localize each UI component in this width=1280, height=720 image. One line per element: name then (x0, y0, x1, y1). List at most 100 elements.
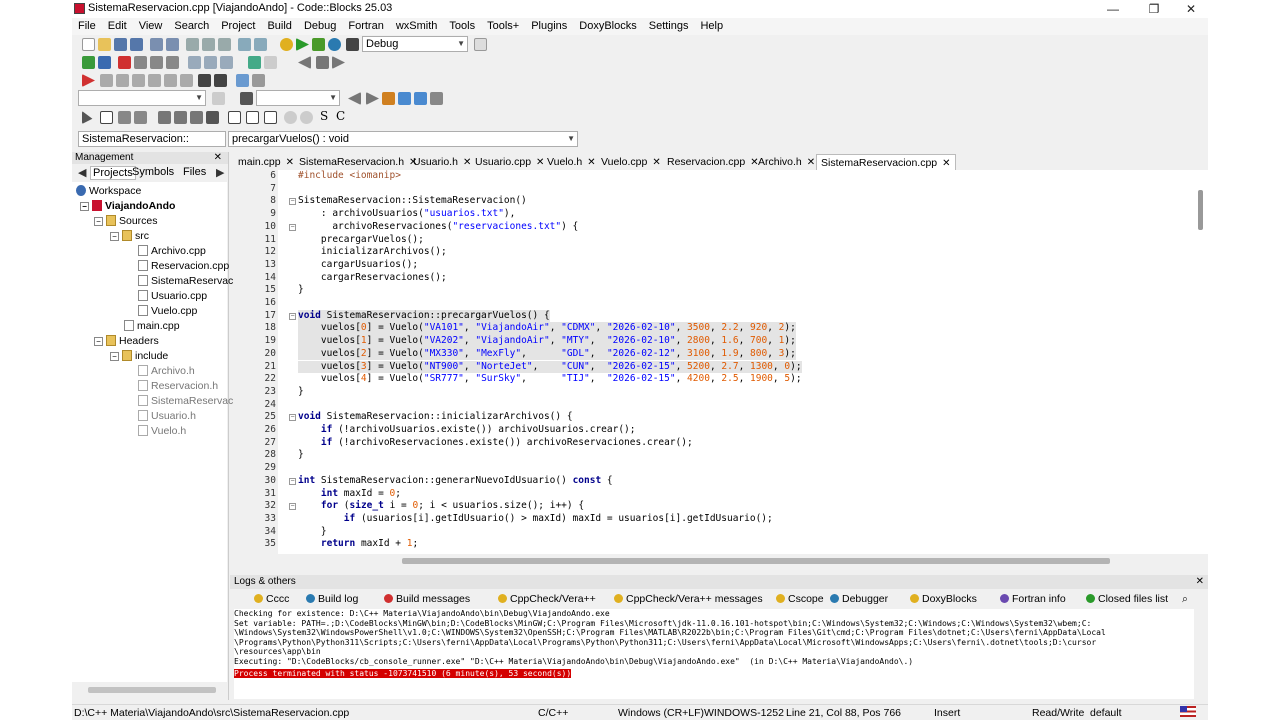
code-line[interactable]: vuelos[1] = Vuelo("VA202", "ViajandoAir"… (298, 335, 796, 348)
tab-scroll-right-icon[interactable]: ▶ (216, 166, 224, 179)
fold-toggle-icon[interactable]: − (289, 414, 296, 422)
run-icon[interactable] (296, 38, 309, 51)
next-line-icon[interactable] (116, 74, 129, 87)
toggle-comment-icon[interactable] (220, 56, 233, 69)
restore-button[interactable]: ❐ (1135, 0, 1173, 18)
debug-info-icon[interactable] (252, 74, 265, 87)
menu-build[interactable]: Build (261, 18, 297, 35)
flex-sizer-icon[interactable] (206, 111, 219, 124)
code-line[interactable]: } (298, 386, 304, 399)
menu-project[interactable]: Project (215, 18, 261, 35)
grid-bag-icon[interactable] (134, 111, 147, 124)
choice-widget-icon[interactable] (264, 111, 277, 124)
fold-toggle-icon[interactable]: − (289, 223, 296, 231)
tree-file-sistemareservacion-h[interactable]: SistemaReservac (138, 394, 233, 408)
fold-toggle-icon[interactable]: − (289, 198, 296, 206)
step-out-icon[interactable] (148, 74, 161, 87)
panel-icon[interactable] (100, 111, 113, 124)
record-icon[interactable] (316, 56, 329, 69)
tab-vuelo-cpp[interactable]: Vuelo.cpp ✕ (597, 154, 665, 170)
play-macro-icon[interactable] (332, 56, 345, 69)
menu-help[interactable]: Help (694, 18, 729, 35)
undo-icon[interactable] (150, 38, 163, 51)
zoom-out-icon[interactable] (300, 111, 313, 124)
tab-symbols[interactable]: Symbols (132, 166, 174, 178)
code-line[interactable]: inicializarArchivos(); (298, 246, 447, 259)
code-line[interactable]: } (298, 284, 304, 297)
tab-cppcheck-messages[interactable]: CppCheck/Vera++ messages (614, 593, 763, 605)
debug-windows-icon[interactable] (236, 74, 249, 87)
close-icon[interactable]: ✕ (587, 157, 595, 168)
code-line[interactable]: vuelos[2] = Vuelo("MX330", "MexFly", "GD… (298, 347, 796, 361)
static-box-icon[interactable] (190, 111, 203, 124)
tree-workspace[interactable]: Workspace (76, 184, 141, 198)
rebuild-icon[interactable] (328, 38, 341, 51)
minimize-button[interactable]: — (1094, 0, 1132, 18)
grid-icon[interactable] (118, 111, 131, 124)
code-line[interactable]: if (usuarios[i].getIdUsuario() > maxId) … (298, 513, 773, 526)
tab-build-log[interactable]: Build log (306, 593, 358, 605)
tree-sources[interactable]: − Sources (94, 214, 158, 228)
match-icon[interactable] (264, 56, 277, 69)
text-widget-icon[interactable] (246, 111, 259, 124)
tree-file-vuelo-h[interactable]: Vuelo.h (138, 424, 186, 438)
step-into-icon[interactable] (132, 74, 145, 87)
tree-horizontal-scrollbar[interactable] (88, 687, 216, 693)
tab-cscope[interactable]: Cscope (776, 593, 824, 605)
pointer-icon[interactable] (82, 111, 93, 124)
code-line[interactable]: cargarUsuarios(); (298, 259, 418, 272)
close-icon[interactable]: ✕ (942, 158, 950, 169)
tree-include[interactable]: − include (110, 349, 168, 363)
code-line[interactable]: precargarVuelos(); (298, 234, 424, 247)
menu-tools[interactable]: Tools (443, 18, 481, 35)
tree-file-sistemareservacion-cpp[interactable]: SistemaReservac (138, 274, 233, 288)
code-line[interactable]: if (!archivoReservaciones.existe()) arch… (298, 437, 693, 450)
tree-src[interactable]: − src (110, 229, 149, 243)
menu-search[interactable]: Search (168, 18, 215, 35)
next-instruction-icon[interactable] (164, 74, 177, 87)
next-bookmark-icon[interactable] (150, 56, 163, 69)
close-icon[interactable]: ✕ (1196, 575, 1204, 589)
tab-usuario-cpp[interactable]: Usuario.cpp ✕ (471, 154, 548, 170)
close-icon[interactable]: ✕ (807, 157, 815, 168)
tab-projects[interactable]: Projects (90, 166, 136, 180)
find-next-icon[interactable] (212, 92, 225, 105)
menu-wxsmith[interactable]: wxSmith (390, 18, 444, 35)
tab-cppcheck[interactable]: CppCheck/Vera++ (498, 593, 596, 605)
tab-main-cpp[interactable]: main.cpp ✕ (234, 154, 298, 170)
code-line[interactable]: if (!archivoUsuarios.existe()) archivoUs… (298, 424, 636, 437)
code-line[interactable]: archivoReservaciones("reservaciones.txt"… (298, 221, 578, 234)
prev-bookmark-icon[interactable] (134, 56, 147, 69)
fold-toggle-icon[interactable]: − (289, 312, 296, 320)
tab-sistemareservacion-h[interactable]: SistemaReservacion.h ✕ (295, 154, 421, 170)
new-file-icon[interactable] (82, 38, 95, 51)
tree-file-archivo-cpp[interactable]: Archivo.cpp (138, 244, 206, 258)
fold-toggle-icon[interactable]: − (289, 477, 296, 485)
search-forward-icon[interactable] (366, 92, 379, 105)
tab-build-messages[interactable]: Build messages (384, 593, 470, 605)
comment-icon[interactable] (188, 56, 201, 69)
tree-file-usuario-h[interactable]: Usuario.h (138, 409, 196, 423)
abort-icon[interactable] (346, 38, 359, 51)
cut-icon[interactable] (186, 38, 199, 51)
code-line[interactable]: int SistemaReservacion::generarNuevoIdUs… (298, 475, 613, 488)
tree-file-archivo-h[interactable]: Archivo.h (138, 364, 195, 378)
clear-bookmarks-icon[interactable] (166, 56, 179, 69)
code-editor[interactable]: 6 7 8 9 10 11 12 13 14 15 16 17 18 19 20 21 22 23 24 25 26 27… (234, 170, 1208, 554)
run-to-cursor-icon[interactable] (100, 74, 113, 87)
close-icon[interactable]: ✕ (286, 157, 294, 168)
tab-scroll-left-icon[interactable]: ◀ (78, 166, 86, 179)
tab-doxyblocks[interactable]: DoxyBlocks (910, 593, 977, 605)
clear-search-icon[interactable] (240, 92, 253, 105)
code-line[interactable]: for (size_t i = 0; i < usuarios.size(); … (298, 500, 584, 513)
step-instruction-icon[interactable] (180, 74, 193, 87)
search-back-icon[interactable] (348, 92, 361, 105)
tab-archivo-h[interactable]: Archivo.h ✕ (754, 154, 819, 170)
bookmark-icon[interactable] (118, 56, 131, 69)
menu-file[interactable]: File (72, 18, 102, 35)
pause-icon[interactable] (198, 74, 211, 87)
close-icon[interactable]: ✕ (652, 157, 660, 168)
build-target-select[interactable]: Debug ▼ (362, 36, 468, 52)
stop-debug-icon[interactable] (214, 74, 227, 87)
box-sizer-icon[interactable] (174, 111, 187, 124)
